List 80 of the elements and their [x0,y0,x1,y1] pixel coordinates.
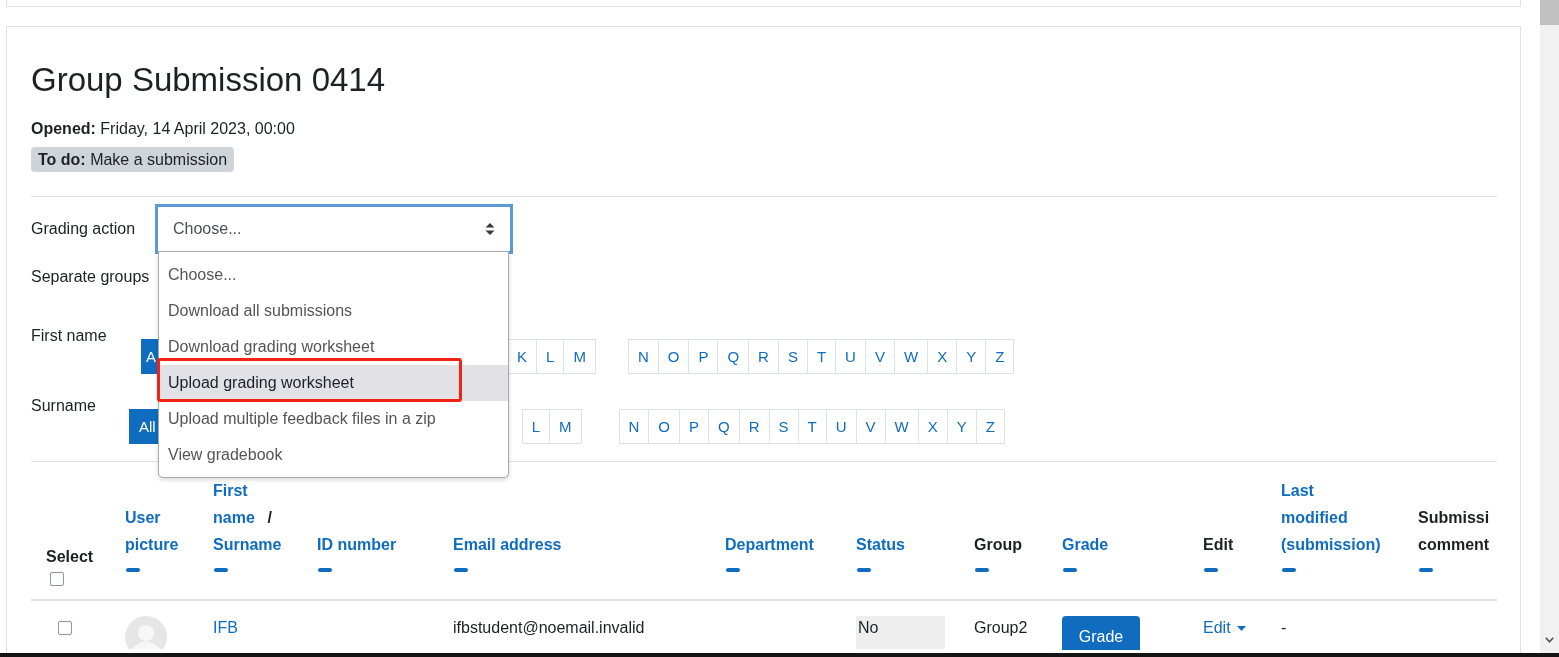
select-all-checkbox[interactable] [50,572,64,586]
initial-filter-button[interactable]: N [627,339,659,374]
minus-icon[interactable] [975,568,989,572]
initial-filter-button[interactable]: O [648,409,681,444]
minus-icon[interactable] [1419,568,1433,572]
field-label: Surname [31,396,97,416]
initial-filter-button[interactable]: Z [975,409,1005,444]
initial-filter-button[interactable]: R [748,339,779,374]
status-cell: No [856,616,945,649]
table-cell: ifbstudent@noemail.invalid [453,619,645,636]
chevron-down-icon[interactable] [1545,637,1554,643]
todo-badge: To do: Make a submission [31,147,235,172]
column-sort-link[interactable]: Grade [1062,531,1109,558]
initial-filter-button[interactable]: Q [708,409,740,444]
field-label: Separate groups [31,268,150,285]
initial-filter-button[interactable]: U [835,339,866,374]
initial-filter-button[interactable]: V [864,339,895,374]
dropdown-option[interactable]: Choose... [159,257,508,293]
initial-filter-button[interactable]: Y [956,339,987,374]
initial-filter-button[interactable]: T [797,409,827,444]
initial-filter-button[interactable]: T [806,339,837,374]
dropdown-option[interactable]: Download grading worksheet [159,329,508,365]
table-cell: - [1281,619,1287,636]
minus-icon[interactable] [726,568,740,572]
grade-button[interactable]: Grade [1062,616,1140,650]
initial-filter-button[interactable]: W [884,409,919,444]
dropdown-option[interactable]: Upload grading worksheet [159,365,508,401]
initial-filter-button[interactable]: X [917,409,948,444]
separator-text: / [267,509,272,526]
scrollbar-thumb[interactable] [1540,0,1559,25]
initial-filter-button[interactable]: K [507,339,538,374]
column-sort-link[interactable]: User picture [125,504,203,558]
minus-icon[interactable] [1204,568,1218,572]
initial-filter-button[interactable]: R [738,409,770,444]
initial-filter-button[interactable]: Z [985,339,1015,374]
initial-filter-button[interactable]: Y [946,409,977,444]
column-header: Group [974,535,1022,555]
table-cell: Group2 [974,619,1028,636]
initial-filter-button[interactable]: M [563,339,596,374]
caret-icon [1236,625,1246,631]
column-header: Submissi comment [1418,508,1490,555]
grading-action-select[interactable]: Choose... [155,204,513,254]
column-sort-link[interactable]: Department [725,531,814,558]
minus-icon[interactable] [126,568,140,572]
initial-filter-button[interactable]: U [825,409,857,444]
initial-filter-button[interactable]: P [679,409,710,444]
initial-filter-button[interactable]: N [618,409,650,444]
minus-icon[interactable] [857,568,871,572]
user-name-link[interactable]: IFB [213,619,238,636]
initial-filter-button[interactable]: L [536,339,565,374]
initial-filter-button[interactable]: S [768,409,799,444]
initial-filter-button[interactable]: L [521,409,550,444]
initial-filter-button[interactable]: X [927,339,958,374]
column-sort-link[interactable]: ID number [317,531,397,558]
initial-filter-button[interactable]: P [688,339,719,374]
edit-menu-link[interactable]: Edit [1203,616,1246,640]
initial-filter-button[interactable]: Q [717,339,750,374]
minus-icon[interactable] [318,568,332,572]
minus-icon[interactable] [1282,568,1296,572]
initial-filter-button[interactable]: O [657,339,690,374]
page-title: Group Submission 0414 [31,60,387,100]
select-arrows-icon [485,222,495,236]
field-label: First name [31,326,108,346]
field-label: Grading action [31,219,137,239]
column-sort-link[interactable]: Email address [453,531,562,558]
column-header: Select [46,547,94,567]
minus-icon[interactable] [214,568,228,572]
row-checkbox[interactable] [58,621,72,635]
initial-filter-button[interactable]: M [549,409,582,444]
column-sort-link[interactable]: First name [213,477,263,531]
dropdown-option[interactable]: Download all submissions [159,293,508,329]
column-sort-link[interactable]: Last modified (submission) [1281,477,1382,558]
initial-filter-button[interactable]: V [855,409,886,444]
minus-icon[interactable] [1063,568,1077,572]
column-header: Edit [1203,535,1234,555]
initial-filter-button[interactable]: S [777,339,808,374]
column-sort-link[interactable]: Surname [213,536,282,553]
column-sort-link[interactable]: Status [856,531,905,558]
minus-icon[interactable] [454,568,468,572]
date-text: Opened: Friday, 14 April 2023, 00:00 [31,119,296,139]
